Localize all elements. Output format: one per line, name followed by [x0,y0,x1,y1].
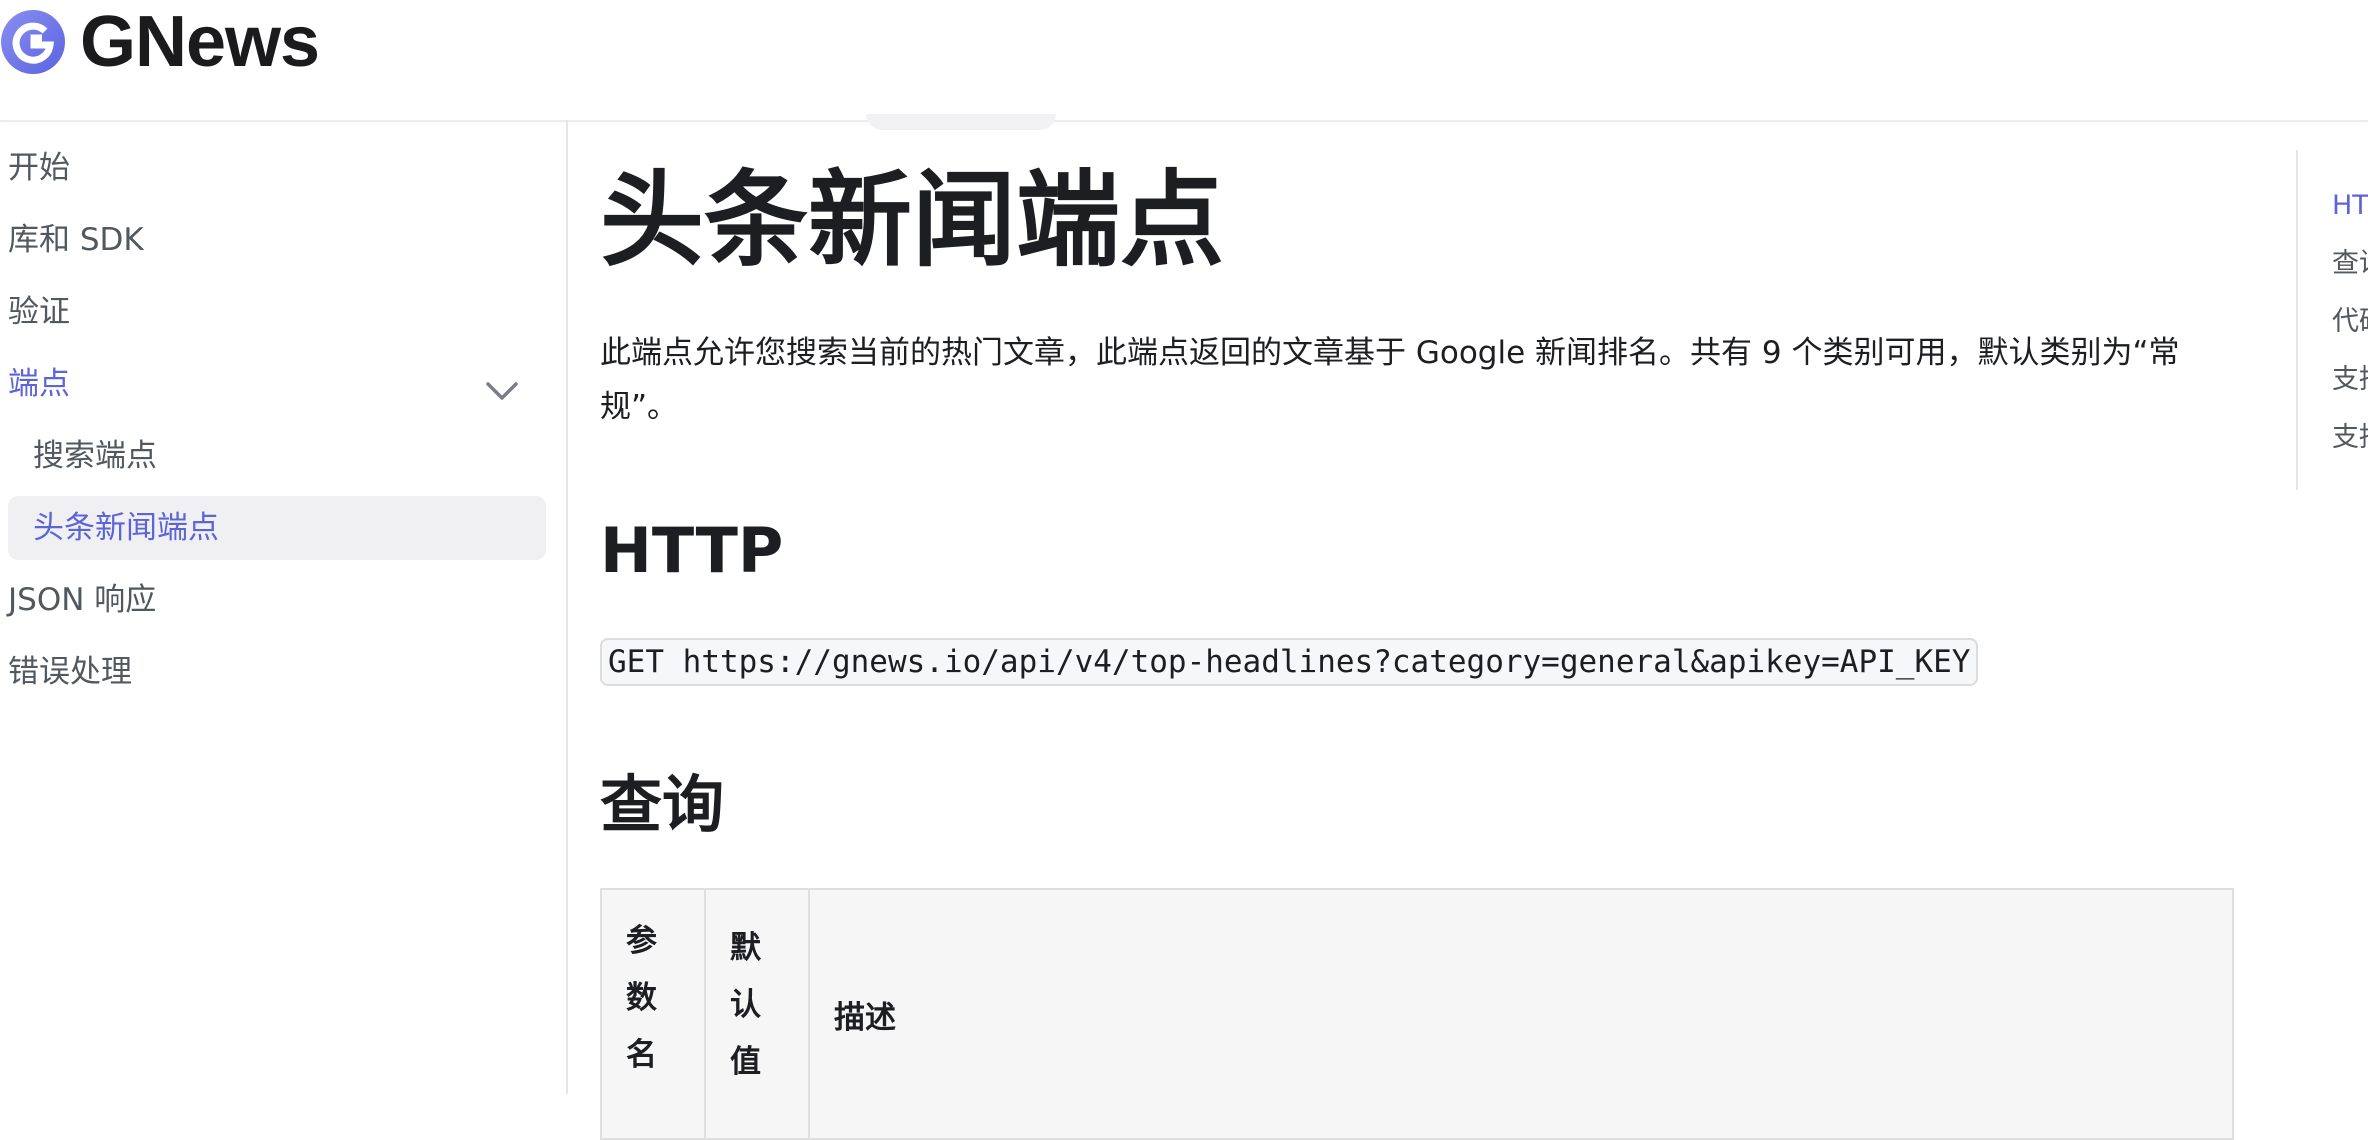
sidebar-item-libraries-sdk[interactable]: 库和 SDK [8,220,144,260]
query-params-table: 参数名 默认值 描述 [600,888,2234,1140]
gnews-logo-icon [1,10,65,74]
table-header-default-text: 默认值 [730,930,761,1080]
brand-name: GNews [80,2,320,82]
http-heading: HTTP [600,514,784,587]
query-heading: 查询 [600,768,725,841]
table-header-description: 描述 [808,888,2234,1140]
sidebar-item-top-headlines-endpoint[interactable]: 头条新闻端点 [33,508,219,548]
toc-item-http[interactable]: HTTP [2332,188,2368,224]
top-navbar: GNews [0,0,2368,122]
table-of-contents: HTTP 查询 代码 支持 支持 [2296,150,2368,490]
sidebar-item-json-response[interactable]: JSON 响应 [8,580,156,620]
toc-item-code[interactable]: 代码 [2332,304,2368,340]
brand-logo-link[interactable]: GNews [0,2,320,82]
toc-item-support-2[interactable]: 支持 [2332,420,2368,456]
chevron-down-icon[interactable] [484,372,520,408]
sidebar-item-endpoints[interactable]: 端点 [8,364,70,404]
sidebar-item-search-endpoint[interactable]: 搜索端点 [33,436,157,476]
http-request-code: GET https://gnews.io/api/v4/top-headline… [600,638,1979,686]
scroll-tab [866,114,1056,130]
table-header-default: 默认值 [704,888,810,1140]
page-title: 头条新闻端点 [600,159,1225,281]
sidebar-item-authentication[interactable]: 验证 [8,292,70,332]
toc-item-query[interactable]: 查询 [2332,246,2368,282]
table-header-row: 参数名 默认值 描述 [600,888,2234,1140]
table-header-param-name: 参数名 [600,888,706,1140]
docs-sidebar: 开始 库和 SDK 验证 端点 搜索端点 头条新闻端点 JSON 响应 错误处理 [0,120,568,1094]
intro-paragraph: 此端点允许您搜索当前的热门文章，此端点返回的文章基于 Google 新闻排名。共… [600,335,2180,425]
sidebar-item-getting-started[interactable]: 开始 [8,148,70,188]
toc-item-support-1[interactable]: 支持 [2332,362,2368,398]
sidebar-item-error-handling[interactable]: 错误处理 [8,652,132,692]
table-header-param-name-text: 参数名 [626,923,657,1073]
